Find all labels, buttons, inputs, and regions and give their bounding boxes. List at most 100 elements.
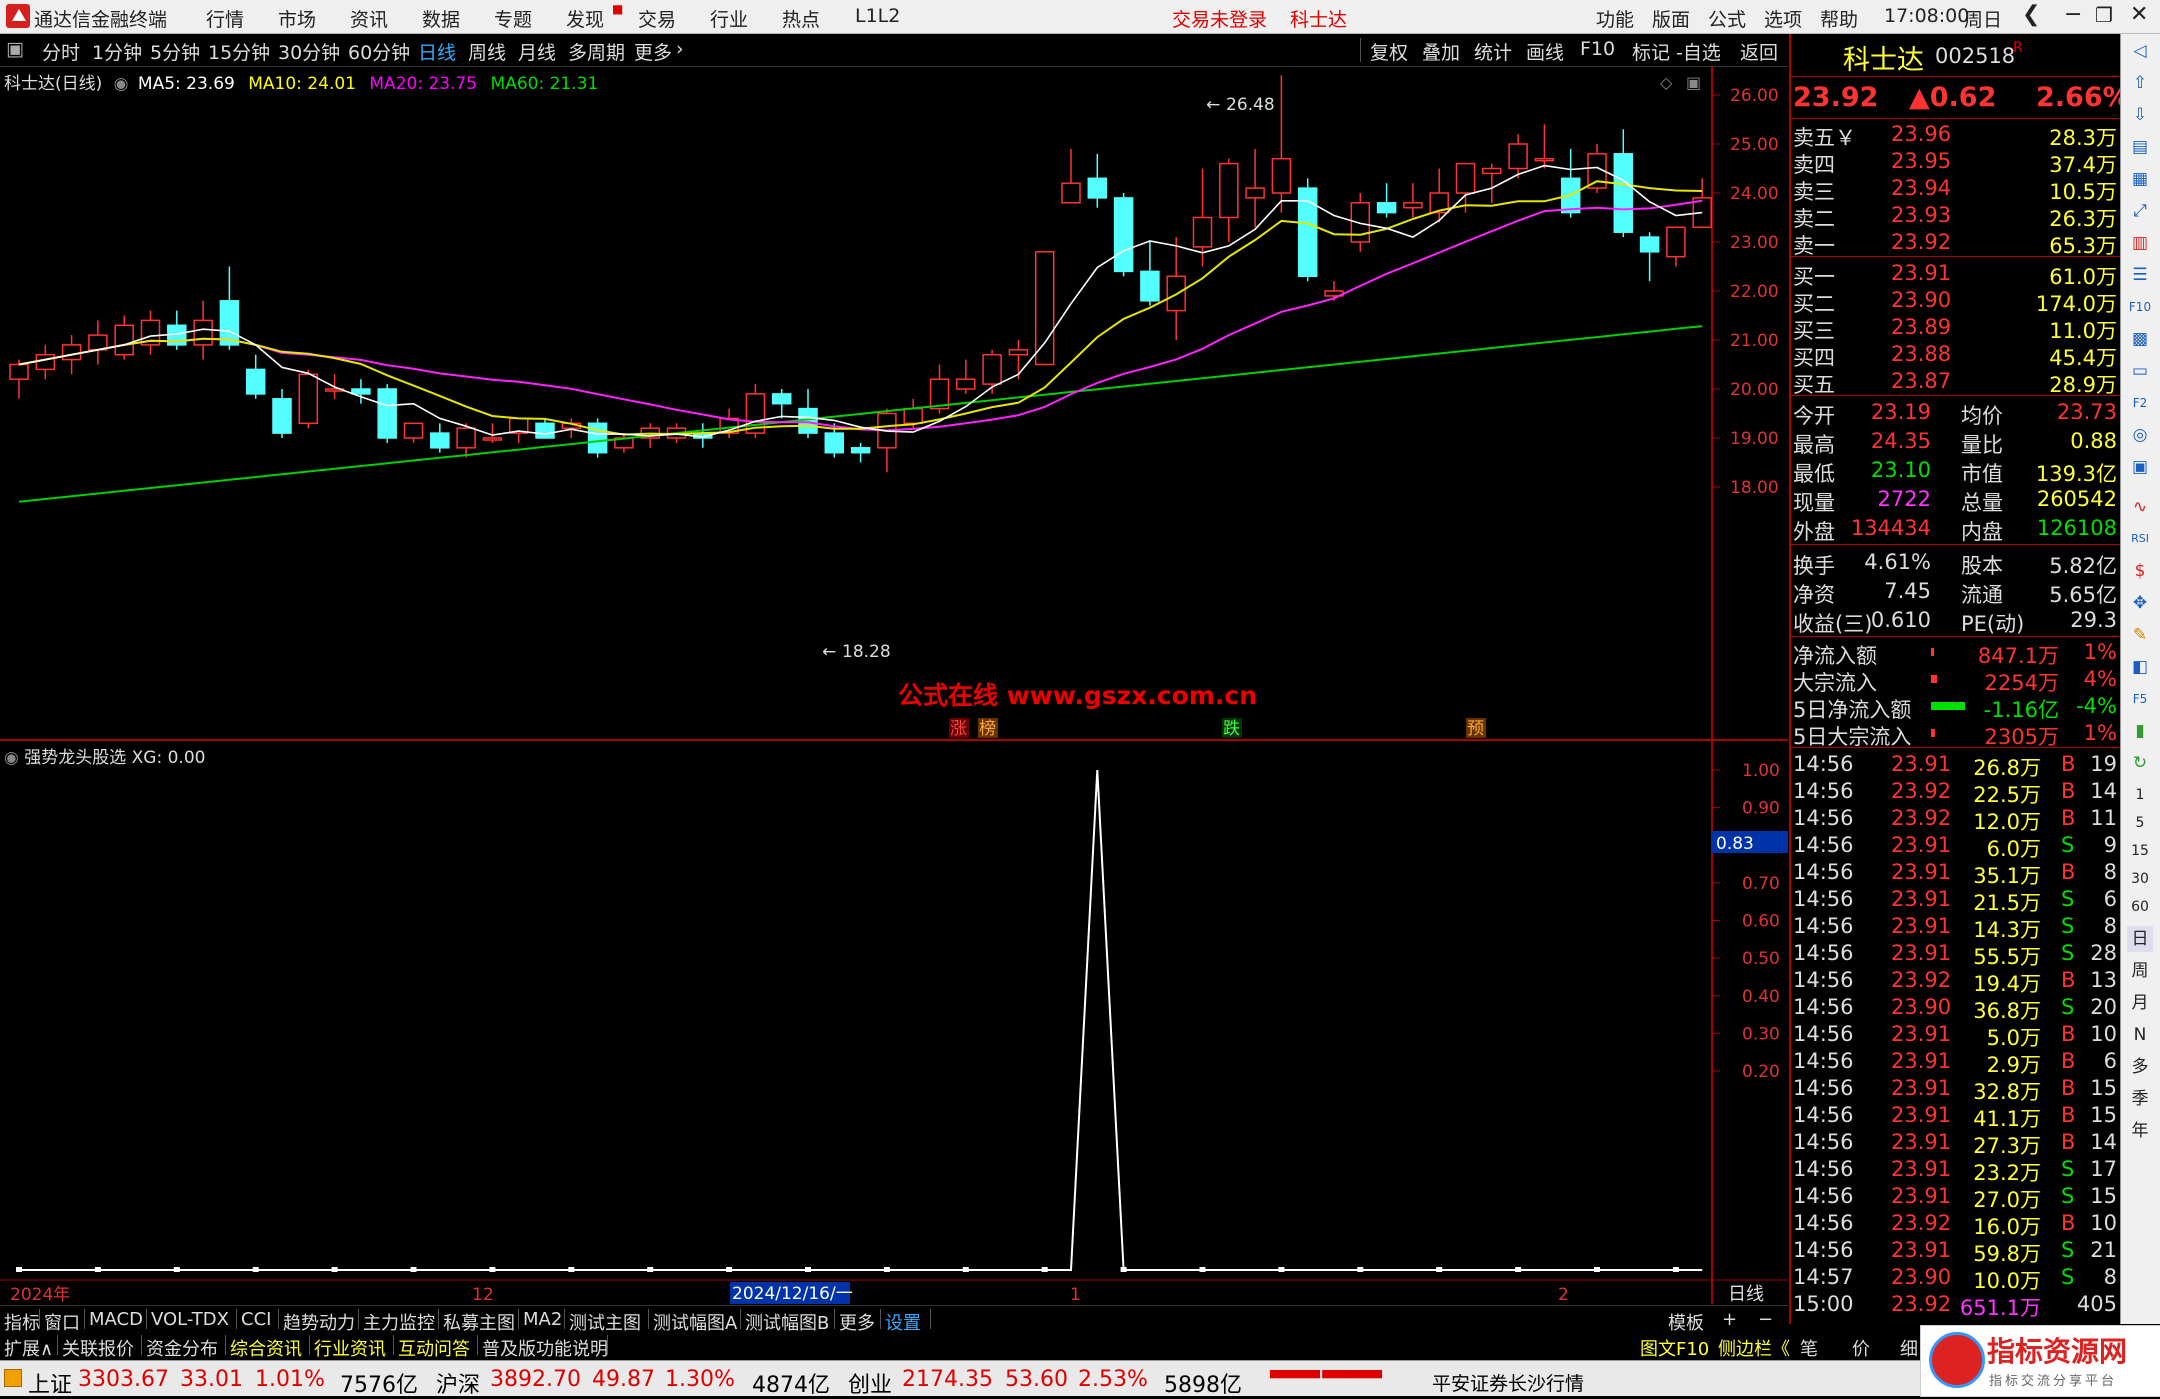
more-chevron-icon[interactable]: ›	[676, 38, 684, 60]
layer-icon[interactable]: ◧	[2127, 654, 2153, 680]
candle-body[interactable]	[1008, 349, 1029, 356]
f5-icon[interactable]: F5	[2127, 686, 2153, 712]
candle-body[interactable]	[982, 353, 1002, 385]
tab-multi-period[interactable]: 多周期	[568, 38, 625, 65]
candle-body[interactable]	[850, 447, 871, 454]
sidebar-month[interactable]: 月	[2127, 990, 2153, 1016]
index-sh-name[interactable]: 上证	[28, 1367, 72, 1399]
sidebar-multi[interactable]: 多	[2127, 1054, 2153, 1080]
candle-body[interactable]	[1113, 197, 1134, 273]
menu-item-discover[interactable]: 发现	[566, 5, 604, 32]
info-tab[interactable]: 普及版功能说明	[482, 1335, 608, 1361]
up-arrow-icon[interactable]: ⇧	[2127, 70, 2153, 96]
sidebar-toggle-button[interactable]: 侧边栏《	[1718, 1335, 1790, 1361]
sidebar-quarter[interactable]: 季	[2127, 1086, 2153, 1112]
candle-body[interactable]	[377, 388, 397, 439]
tab-1min[interactable]: 1分钟	[92, 38, 142, 65]
tab-5min[interactable]: 5分钟	[150, 38, 200, 65]
info-tab[interactable]: 综合资讯	[230, 1335, 302, 1361]
chart-area[interactable]: 26.0025.0024.0023.0022.0021.0020.0019.00…	[0, 66, 1788, 1306]
candle-body[interactable]	[1245, 187, 1265, 199]
menu-item-data[interactable]: 数据	[422, 5, 460, 32]
indicator-tab[interactable]: MA2	[523, 1309, 562, 1330]
back-arrow-icon[interactable]: ❮	[2022, 2, 2040, 27]
index-hs-name[interactable]: 沪深	[436, 1367, 480, 1399]
broker-name[interactable]: 平安证券长沙行情	[1432, 1369, 1584, 1396]
info-tab[interactable]: 行业资讯	[314, 1335, 386, 1361]
period-60[interactable]: 60	[2127, 894, 2153, 920]
marker-forecast[interactable]: 预	[1467, 719, 1484, 739]
candle-body[interactable]	[1666, 226, 1686, 258]
f10-icon[interactable]: F10	[2127, 294, 2153, 320]
panel-toggle-icon[interactable]: ▣	[6, 38, 24, 60]
candle-body[interactable]	[1034, 251, 1055, 366]
candle-body[interactable]	[35, 353, 56, 371]
candle-body[interactable]	[903, 407, 923, 425]
candle-body[interactable]	[1482, 167, 1502, 175]
circle-icon[interactable]: ◎	[2127, 422, 2153, 448]
period-1[interactable]: 1	[2127, 782, 2153, 808]
sidebar-day[interactable]: 日	[2127, 926, 2153, 952]
diamond-icon[interactable]: ◇	[1660, 73, 1673, 92]
btn-statistics[interactable]: 统计	[1474, 38, 1512, 65]
tab-pen[interactable]: 笔	[1800, 1335, 1818, 1361]
candle-body[interactable]	[1061, 182, 1081, 204]
wave-icon[interactable]: ∿	[2127, 494, 2153, 520]
candle-body[interactable]	[956, 378, 976, 390]
menu-item-market[interactable]: 市场	[278, 5, 316, 32]
indicator-tab[interactable]: MACD	[89, 1309, 143, 1330]
tab-daily[interactable]: 日线	[418, 38, 456, 65]
candle-body[interactable]	[1403, 202, 1423, 209]
sidebar-n[interactable]: N	[2127, 1022, 2153, 1048]
menu-item-options[interactable]: 选项	[1764, 5, 1802, 32]
menu-item-news[interactable]: 资讯	[350, 5, 388, 32]
menu-item-quotes[interactable]: 行情	[206, 5, 244, 32]
menu-item-trade[interactable]: 交易	[638, 5, 676, 32]
candle-body[interactable]	[456, 427, 476, 449]
bar-icon[interactable]: ▮	[2127, 718, 2153, 744]
square-icon[interactable]: ▣	[2127, 454, 2153, 480]
indicator-tab[interactable]: VOL-TDX	[151, 1309, 229, 1330]
candle-body[interactable]	[1376, 202, 1397, 214]
collapse-left-icon[interactable]: ◁	[2127, 38, 2153, 64]
move-icon[interactable]: ✥	[2127, 590, 2153, 616]
candle-body[interactable]	[1508, 143, 1528, 170]
menu-item-topics[interactable]: 专题	[494, 5, 532, 32]
period-15[interactable]: 15	[2127, 838, 2153, 864]
f2-icon[interactable]: F2	[2127, 390, 2153, 416]
legend-toggle-icon[interactable]: ◉	[114, 74, 129, 94]
candle-body[interactable]	[824, 432, 845, 454]
index-cy-name[interactable]: 创业	[848, 1367, 892, 1399]
tab-price[interactable]: 价	[1852, 1335, 1870, 1361]
menu-item-help[interactable]: 帮助	[1820, 5, 1858, 32]
candle-body[interactable]	[1639, 236, 1660, 253]
candle-body[interactable]	[1140, 270, 1160, 302]
candle-body[interactable]	[245, 368, 266, 395]
menu-item-layout[interactable]: 版面	[1652, 5, 1690, 32]
btn-remove-favorite[interactable]: -自选	[1676, 38, 1721, 65]
candle-body[interactable]	[193, 319, 213, 346]
dollar-icon[interactable]: $	[2127, 558, 2153, 584]
candle-body[interactable]	[1087, 177, 1108, 199]
down-arrow-icon[interactable]: ⇩	[2127, 102, 2153, 128]
candle-body[interactable]	[1350, 202, 1371, 243]
kline-icon[interactable]: ▥	[2127, 230, 2153, 256]
candle-body[interactable]	[1455, 162, 1476, 194]
candle-body[interactable]	[9, 363, 29, 380]
tab-detail[interactable]: 细	[1900, 1335, 1918, 1361]
tab-30min[interactable]: 30分钟	[278, 38, 340, 65]
candle-body[interactable]	[771, 393, 792, 405]
minimize-icon[interactable]: −	[2064, 2, 2082, 27]
menu-item-l1l2[interactable]: L1L2	[855, 5, 900, 27]
menu-item-hot[interactable]: 热点	[782, 5, 820, 32]
info-tab[interactable]: 扩展∧	[4, 1335, 53, 1361]
login-status[interactable]: 交易未登录	[1172, 5, 1267, 32]
grid-icon[interactable]: ▩	[2127, 326, 2153, 352]
trend-icon[interactable]: ⤢	[2127, 198, 2153, 224]
btn-mark[interactable]: 标记	[1632, 38, 1670, 65]
window-icon[interactable]: ▣	[1686, 73, 1701, 92]
info-tab[interactable]: 关联报价	[62, 1335, 134, 1361]
menu-item-formula[interactable]: 公式	[1708, 5, 1746, 32]
candle-body[interactable]	[1219, 162, 1239, 219]
tab-15min[interactable]: 15分钟	[208, 38, 270, 65]
